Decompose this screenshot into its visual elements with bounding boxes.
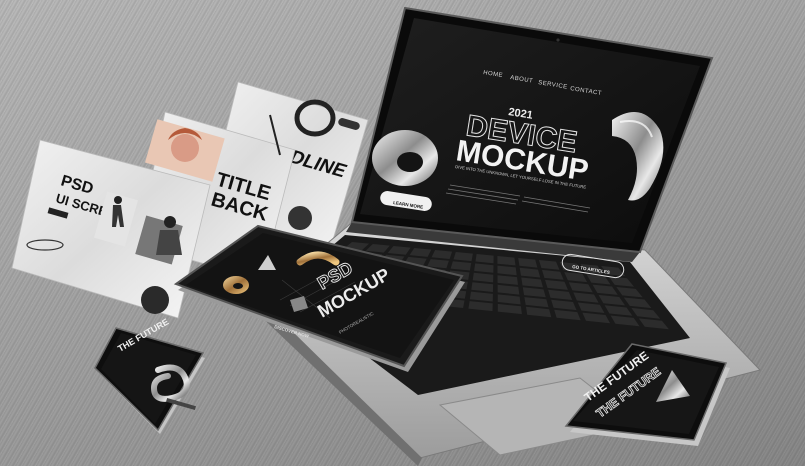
device-scene: HEADLINE TITLE BACK PSD UI SCREENS HOME … bbox=[11, 6, 761, 466]
phone-left: THE FUTURE bbox=[94, 317, 205, 434]
chrome-torus-shape bbox=[372, 130, 438, 186]
gold-ring-shape bbox=[223, 276, 249, 294]
